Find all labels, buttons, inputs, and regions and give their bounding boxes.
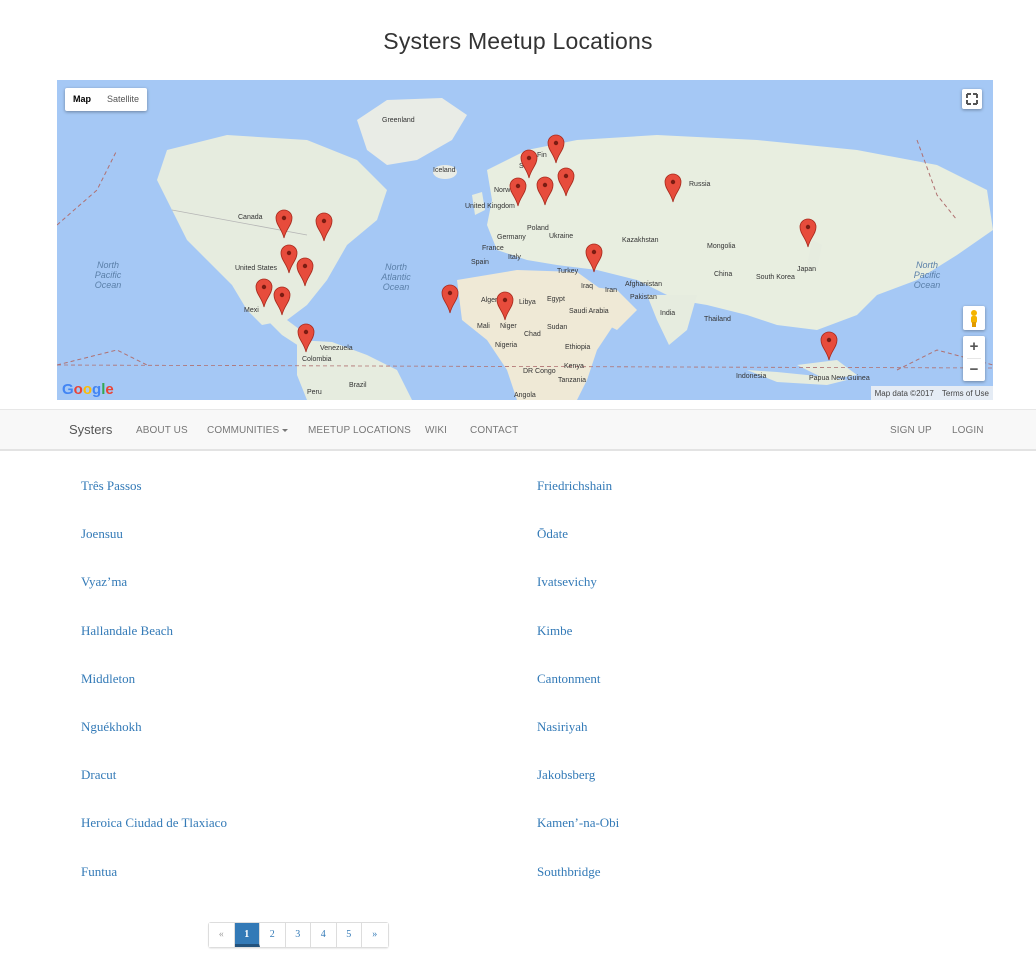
map-marker[interactable] <box>547 134 565 164</box>
meetup-map[interactable]: Greenland Iceland Fin S Norway United Kingdom… <box>57 80 993 400</box>
location-link[interactable]: Joensuu <box>81 526 123 542</box>
location-link[interactable]: Jakobsberg <box>537 767 595 783</box>
nav-login[interactable]: LOGIN <box>952 425 984 436</box>
location-link[interactable]: Hallandale Beach <box>81 623 173 639</box>
location-link[interactable]: Southbridge <box>537 864 601 880</box>
pagination-page-5[interactable]: 5 <box>336 923 362 947</box>
map-marker[interactable] <box>509 177 527 207</box>
map-marker[interactable] <box>280 244 298 274</box>
nav-communities-label: COMMUNITIES <box>207 425 280 436</box>
street-view-button[interactable] <box>963 306 985 330</box>
google-logo-letter: o <box>73 381 83 398</box>
page-title: Systers Meetup Locations <box>383 28 653 54</box>
map-marker[interactable] <box>275 209 293 239</box>
pagination: « 1 2 3 4 5 » <box>208 922 389 948</box>
google-logo-letter: G <box>62 381 74 398</box>
location-link[interactable]: Nasiriyah <box>537 719 588 735</box>
map-markers <box>255 134 838 361</box>
nav-wiki[interactable]: WIKI <box>425 425 447 436</box>
location-link[interactable]: Kamen’-na-Obi <box>537 815 619 831</box>
location-link[interactable]: Ōdate <box>537 526 568 542</box>
fullscreen-button[interactable] <box>962 89 982 109</box>
pegman-icon <box>971 310 977 327</box>
terms-of-use-link[interactable]: Terms of Use <box>942 389 989 398</box>
location-link[interactable]: Funtua <box>81 864 117 880</box>
zoom-out-button[interactable]: − <box>963 359 985 381</box>
map-marker[interactable] <box>585 243 603 273</box>
zoom-in-button[interactable]: + <box>963 336 985 358</box>
pagination-prev[interactable]: « <box>209 923 235 947</box>
map-marker[interactable] <box>664 173 682 203</box>
navbar-brand[interactable]: Systers <box>69 422 112 437</box>
pagination-page-4[interactable]: 4 <box>311 923 337 947</box>
location-link[interactable]: Cantonment <box>537 671 601 687</box>
nav-meetup-locations[interactable]: MEETUP LOCATIONS <box>308 425 411 436</box>
caret-down-icon <box>282 428 289 432</box>
fullscreen-icon <box>966 93 978 105</box>
map-marker[interactable] <box>315 212 333 242</box>
map-marker[interactable] <box>520 149 538 179</box>
location-link[interactable]: Heroica Ciudad de Tlaxiaco <box>81 815 227 831</box>
google-logo-letter: e <box>105 381 114 398</box>
pagination-page-3[interactable]: 3 <box>285 923 311 947</box>
satellite-view-button[interactable]: Satellite <box>99 88 147 111</box>
location-link[interactable]: Dracut <box>81 767 116 783</box>
map-marker[interactable] <box>496 291 514 321</box>
map-marker[interactable] <box>799 218 817 248</box>
google-logo-letter: o <box>82 381 93 398</box>
map-marker[interactable] <box>273 286 291 316</box>
map-marker[interactable] <box>536 176 554 206</box>
map-marker[interactable] <box>297 323 315 353</box>
location-link[interactable]: Três Passos <box>81 478 142 494</box>
navbar: Systers ABOUT US COMMUNITIES MEETUP LOCA… <box>0 409 1036 451</box>
map-marker[interactable] <box>441 284 459 314</box>
location-link[interactable]: Ivatsevichy <box>537 574 597 590</box>
nav-communities[interactable]: COMMUNITIES <box>207 425 289 436</box>
map-marker[interactable] <box>255 278 273 308</box>
map-data-label: Map data ©2017 <box>874 388 934 398</box>
location-link[interactable]: Vyaz’ma <box>81 574 127 590</box>
nav-contact[interactable]: CONTACT <box>470 425 518 436</box>
google-logo-letter: g <box>92 381 102 398</box>
nav-about-us[interactable]: ABOUT US <box>136 425 188 436</box>
map-marker[interactable] <box>820 331 838 361</box>
map-marker[interactable] <box>296 257 314 287</box>
map-type-control[interactable]: Map Satellite <box>65 88 148 111</box>
location-link[interactable]: Nguékhokh <box>81 719 142 735</box>
map-view-button[interactable]: Map <box>65 88 99 111</box>
zoom-control[interactable]: + − <box>963 336 985 381</box>
nav-sign-up[interactable]: SIGN UP <box>890 425 932 436</box>
location-link[interactable]: Kimbe <box>537 623 572 639</box>
map-marker[interactable] <box>557 167 575 197</box>
google-logo: Google <box>62 381 114 398</box>
pagination-page-1[interactable]: 1 <box>234 923 260 947</box>
map-attribution: Map data ©2017 Terms of Use <box>870 386 993 400</box>
location-link[interactable]: Friedrichshain <box>537 478 612 494</box>
pagination-page-2[interactable]: 2 <box>260 923 286 947</box>
location-link[interactable]: Middleton <box>81 671 135 687</box>
pagination-next[interactable]: » <box>362 923 388 947</box>
